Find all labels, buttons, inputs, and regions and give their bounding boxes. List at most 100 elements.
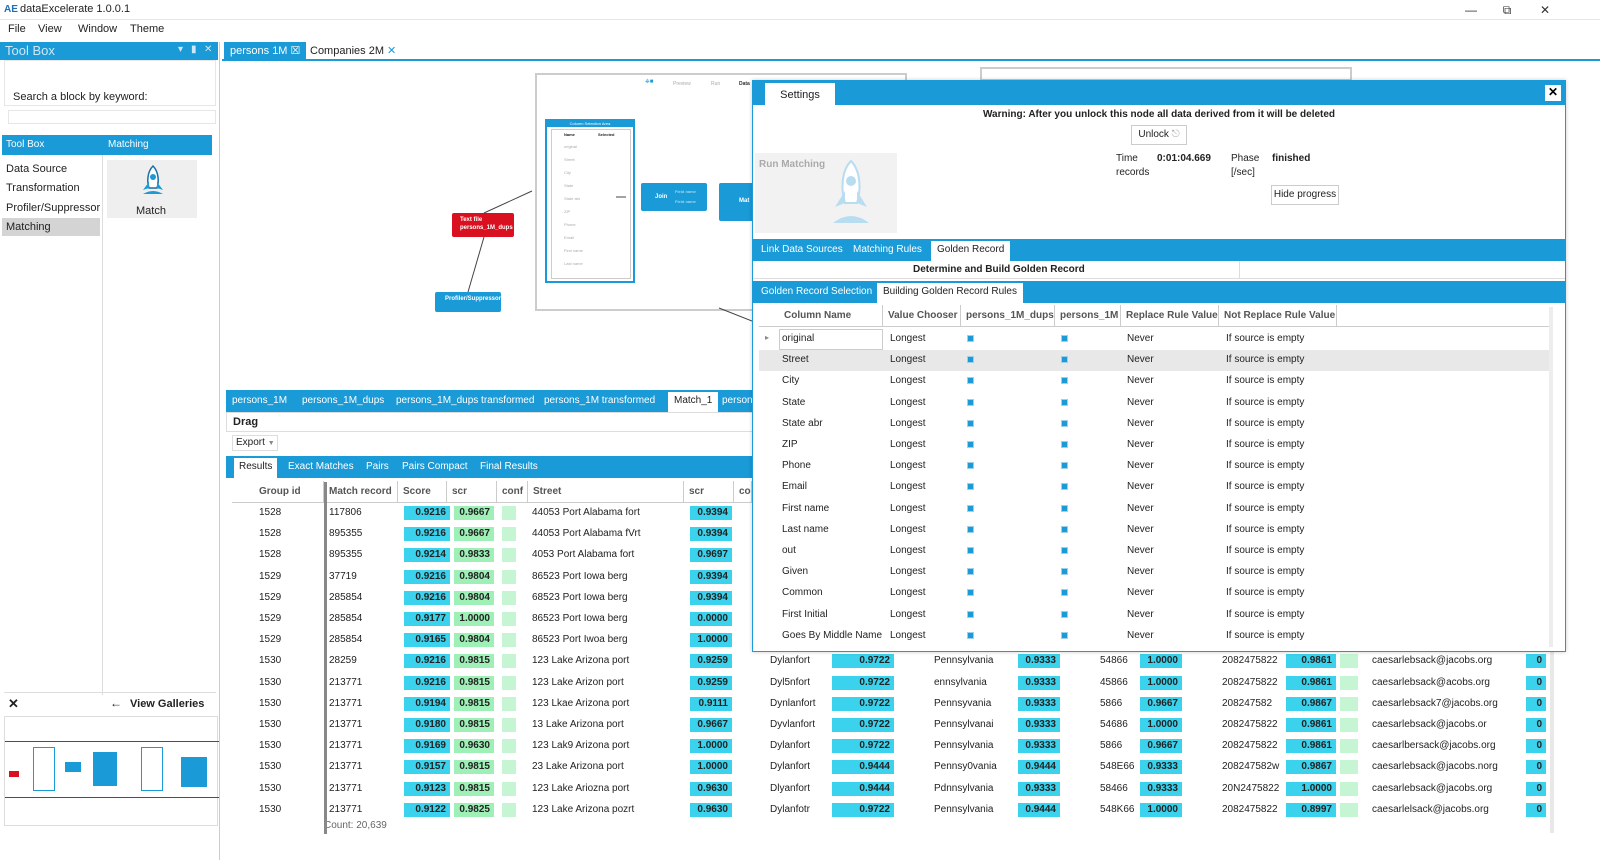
- checkbox-dups[interactable]: [967, 462, 974, 470]
- golden-row[interactable]: First name Longest Never If source is empty: [759, 499, 1553, 520]
- value-chooser-cell[interactable]: Longest: [890, 439, 926, 450]
- category-data-source[interactable]: Data Source: [6, 160, 102, 178]
- not-replace-rule-cell[interactable]: If source is empty: [1226, 524, 1304, 535]
- minimize-icon[interactable]: —: [1458, 1, 1484, 19]
- table-row[interactable]: 1530 213771 0.9216 0.9815 123 Lake Arizon po…: [232, 673, 1600, 694]
- checkbox-persons[interactable]: [1061, 547, 1068, 554]
- replace-rule-cell[interactable]: Never: [1127, 460, 1154, 471]
- checkbox-dups[interactable]: [967, 504, 974, 512]
- value-chooser-cell[interactable]: Longest: [890, 375, 926, 386]
- checkbox-persons[interactable]: [1061, 377, 1068, 385]
- results-col-header[interactable]: Match record: [324, 481, 398, 503]
- golden-row[interactable]: Phone Longest Never If source is empty: [759, 456, 1553, 477]
- dropdown-icon[interactable]: ▾: [178, 44, 183, 55]
- golden-row[interactable]: Street Longest Never If source is empty: [759, 350, 1553, 372]
- replace-rule-cell[interactable]: Never: [1127, 587, 1154, 598]
- replace-rule-cell[interactable]: Never: [1127, 609, 1154, 620]
- table-row[interactable]: 1530 213771 0.9122 0.9825 123 Lake Arizona p…: [232, 800, 1600, 821]
- results-col-header[interactable]: Street: [528, 481, 684, 503]
- value-chooser-cell[interactable]: Longest: [890, 333, 926, 344]
- replace-rule-cell[interactable]: Never: [1127, 566, 1154, 577]
- close-dialog-icon[interactable]: ✕: [1545, 85, 1561, 101]
- table-row[interactable]: 1530 213771 0.9180 0.9815 13 Lake Arizona po…: [232, 715, 1600, 736]
- result-tab[interactable]: Pairs Compact: [402, 461, 468, 472]
- checkbox-dups[interactable]: [967, 441, 974, 448]
- table-row[interactable]: 1530 213771 0.9157 0.9815 23 Lake Arizona po…: [232, 757, 1600, 778]
- results-col-header[interactable]: Group id: [254, 481, 324, 503]
- not-replace-rule-cell[interactable]: If source is empty: [1226, 439, 1304, 450]
- restore-icon[interactable]: ⧉: [1494, 1, 1520, 19]
- checkbox-dups[interactable]: [967, 377, 974, 385]
- unlock-button[interactable]: Unlock ⎋: [1131, 125, 1187, 145]
- menu-window[interactable]: Window: [78, 23, 117, 35]
- not-replace-rule-cell[interactable]: If source is empty: [1226, 630, 1304, 641]
- not-replace-rule-cell[interactable]: If source is empty: [1226, 566, 1304, 577]
- golden-col-header[interactable]: Value Chooser: [883, 305, 961, 327]
- golden-row[interactable]: State abr Longest Never If source is empty: [759, 414, 1553, 435]
- category-matching[interactable]: Matching: [2, 218, 100, 236]
- settings-tab[interactable]: Golden Record: [931, 241, 1011, 261]
- close-panel-icon[interactable]: ✕: [204, 44, 212, 55]
- not-replace-rule-cell[interactable]: If source is empty: [1226, 354, 1304, 365]
- tab-companies-2m[interactable]: Companies 2M ✕: [304, 42, 402, 61]
- golden-row[interactable]: Common Longest Never If source is empty: [759, 583, 1553, 604]
- run-matching-block[interactable]: Run Matching: [755, 153, 897, 233]
- golden-col-header[interactable]: persons_1M: [1055, 305, 1121, 327]
- checkbox-dups[interactable]: [967, 568, 974, 576]
- golden-row[interactable]: First Initial Longest Never If source is em…: [759, 605, 1553, 626]
- not-replace-rule-cell[interactable]: If source is empty: [1226, 460, 1304, 471]
- value-chooser-cell[interactable]: Longest: [890, 609, 926, 620]
- result-tab[interactable]: Pairs: [366, 461, 389, 472]
- golden-col-header[interactable]: Not Replace Rule Value: [1219, 305, 1337, 327]
- checkbox-persons[interactable]: [1061, 589, 1068, 597]
- pin-icon[interactable]: ▮: [191, 44, 197, 55]
- not-replace-rule-cell[interactable]: If source is empty: [1226, 418, 1304, 429]
- view-galleries-button[interactable]: View Galleries: [130, 698, 204, 710]
- checkbox-persons[interactable]: [1061, 419, 1068, 427]
- replace-rule-cell[interactable]: Never: [1127, 418, 1154, 429]
- replace-rule-cell[interactable]: Never: [1127, 524, 1154, 535]
- checkbox-dups[interactable]: [967, 356, 974, 364]
- settings-tab[interactable]: Link Data Sources: [761, 244, 843, 255]
- replace-rule-cell[interactable]: Never: [1127, 375, 1154, 386]
- value-chooser-cell[interactable]: Longest: [890, 503, 926, 514]
- checkbox-persons[interactable]: [1061, 335, 1068, 342]
- close-icon[interactable]: ✕: [387, 45, 396, 57]
- result-tab[interactable]: Final Results: [480, 461, 538, 472]
- golden-col-header[interactable]: Replace Rule Value: [1121, 305, 1219, 327]
- tab-persons-1m[interactable]: persons 1M ☒: [224, 42, 307, 61]
- value-chooser-cell[interactable]: Longest: [890, 397, 926, 408]
- checkbox-dups[interactable]: [967, 419, 974, 427]
- checkbox-persons[interactable]: [1061, 610, 1068, 618]
- not-replace-rule-cell[interactable]: If source is empty: [1226, 609, 1304, 620]
- replace-rule-cell[interactable]: Never: [1127, 545, 1154, 556]
- golden-row[interactable]: Last name Longest Never If source is empty: [759, 520, 1553, 541]
- value-chooser-cell[interactable]: Longest: [890, 545, 926, 556]
- checkbox-dups[interactable]: [967, 547, 974, 554]
- not-replace-rule-cell[interactable]: If source is empty: [1226, 503, 1304, 514]
- checkbox-persons[interactable]: [1061, 441, 1068, 448]
- replace-rule-cell[interactable]: Never: [1127, 481, 1154, 492]
- replace-rule-cell[interactable]: Never: [1127, 397, 1154, 408]
- checkbox-dups[interactable]: [967, 631, 974, 639]
- results-col-header[interactable]: conf: [497, 481, 528, 503]
- value-chooser-cell[interactable]: Longest: [890, 566, 926, 577]
- table-row[interactable]: 1530 213771 0.9169 0.9630 123 Lak9 Arizona p…: [232, 736, 1600, 757]
- settings-subtab[interactable]: Building Golden Record Rules: [877, 283, 1023, 303]
- golden-col-header[interactable]: Column Name: [779, 305, 883, 327]
- not-replace-rule-cell[interactable]: If source is empty: [1226, 545, 1304, 556]
- tab-toolbox[interactable]: Tool Box: [6, 139, 44, 150]
- tab-matching[interactable]: Matching: [108, 139, 149, 150]
- value-chooser-cell[interactable]: Longest: [890, 418, 926, 429]
- match-block[interactable]: Match: [107, 160, 197, 218]
- settings-subtab[interactable]: Golden Record Selection: [761, 286, 872, 297]
- table-row[interactable]: 1530 213771 0.9123 0.9815 123 Lake Ariozna p…: [232, 779, 1600, 800]
- category-profiler[interactable]: Profiler/Suppressor: [6, 199, 102, 217]
- results-col-header[interactable]: Score: [398, 481, 447, 503]
- menu-theme[interactable]: Theme: [130, 23, 164, 35]
- replace-rule-cell[interactable]: Never: [1127, 354, 1154, 365]
- golden-row[interactable]: Email Longest Never If source is empty: [759, 477, 1553, 498]
- replace-rule-cell[interactable]: Never: [1127, 630, 1154, 641]
- value-chooser-cell[interactable]: Longest: [890, 630, 926, 641]
- replace-rule-cell[interactable]: Never: [1127, 439, 1154, 450]
